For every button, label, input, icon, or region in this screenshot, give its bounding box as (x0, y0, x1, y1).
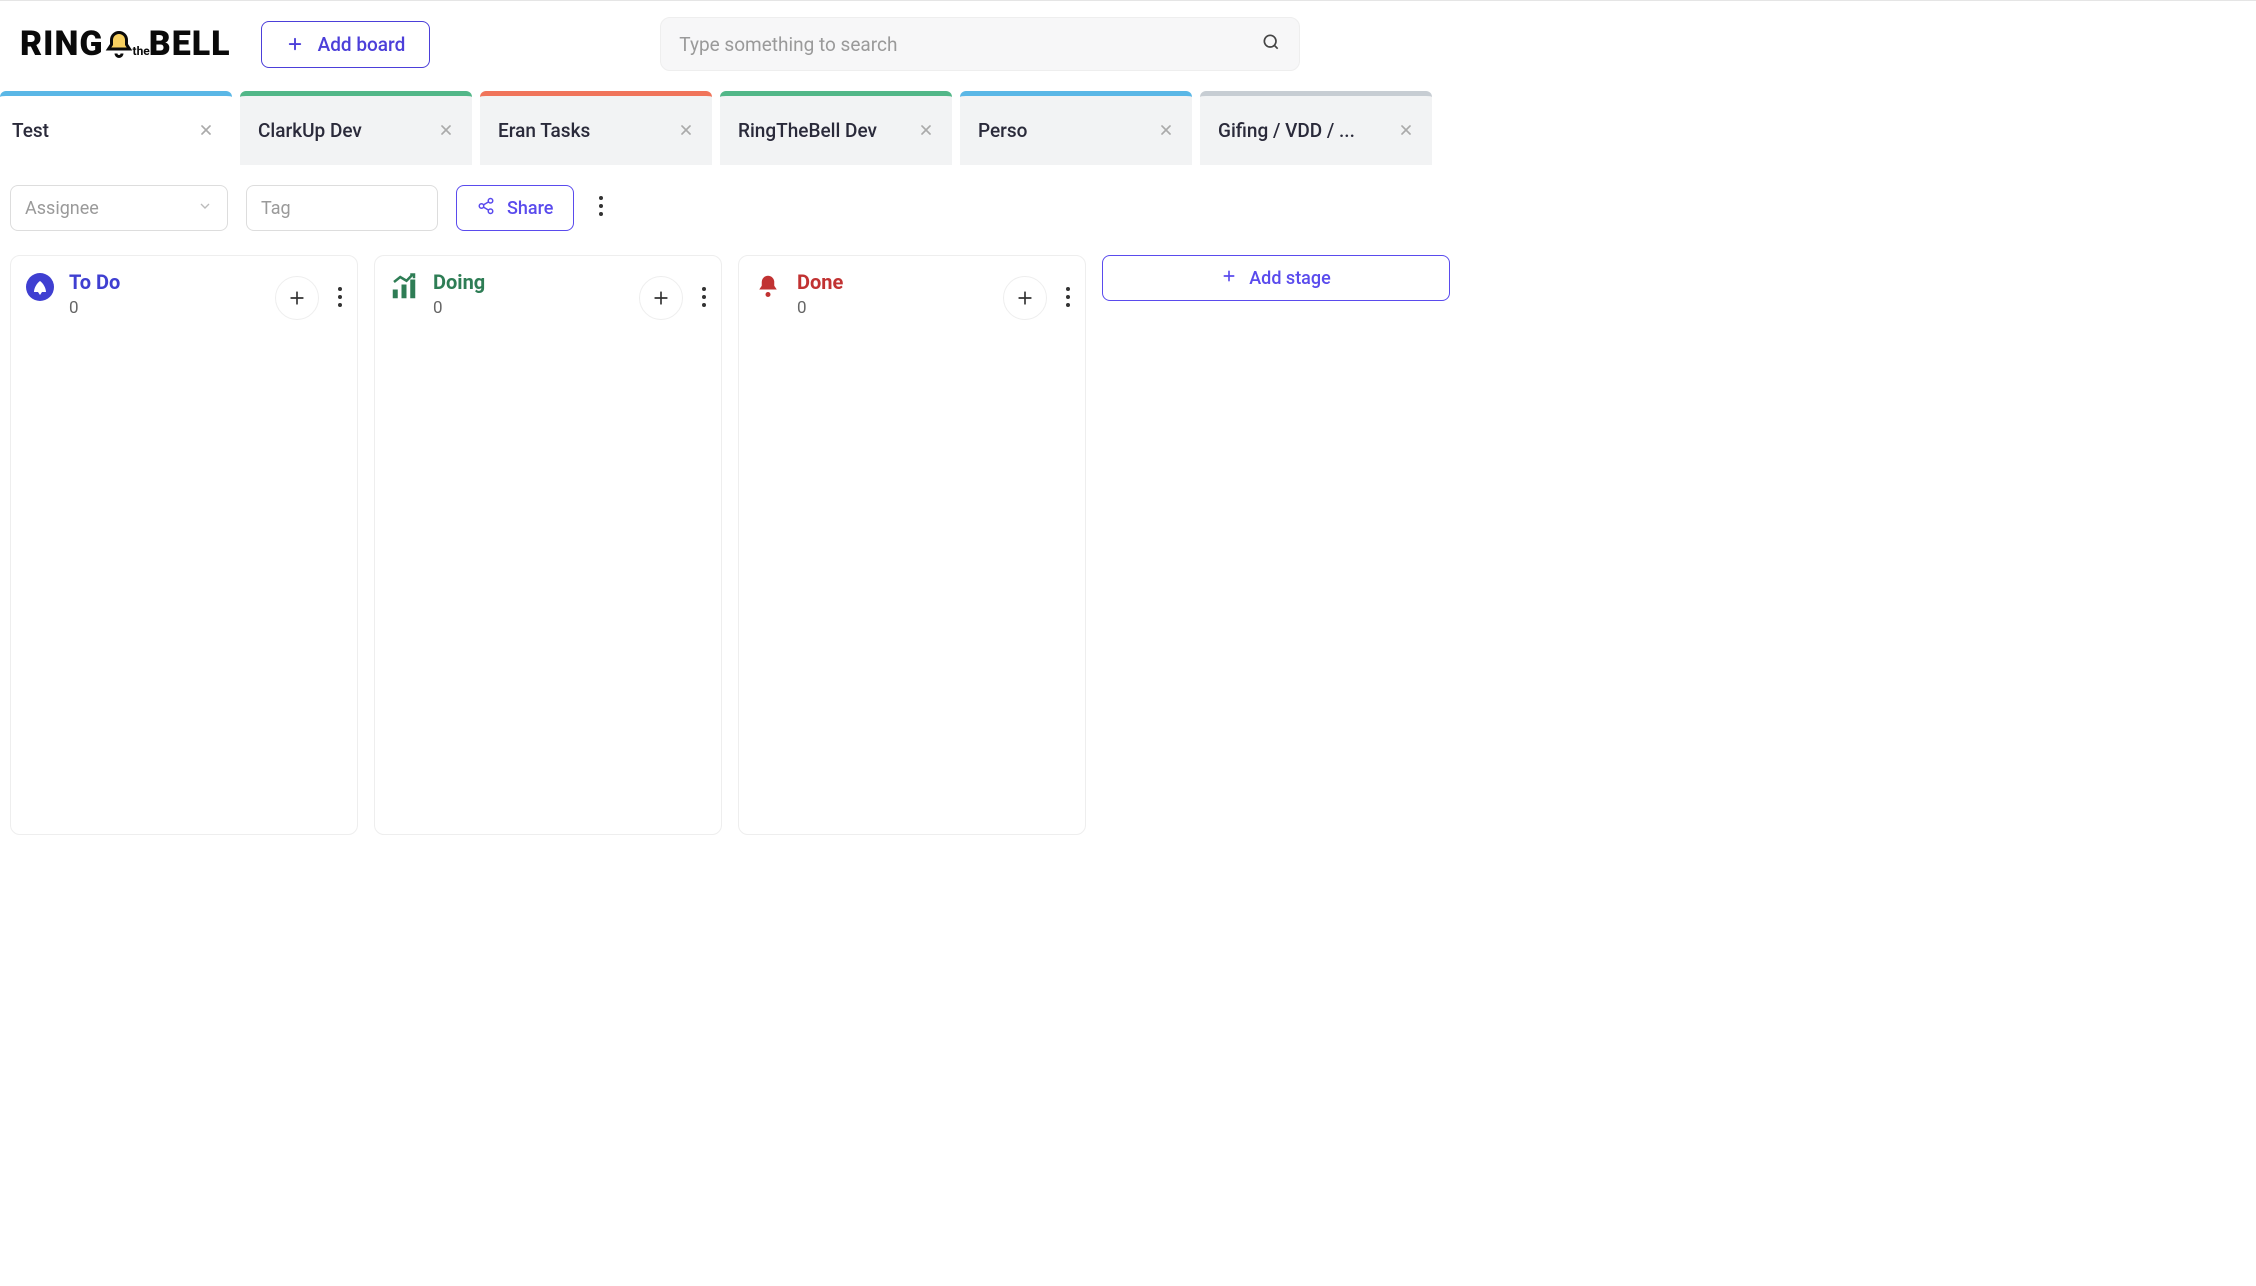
stage-count: 0 (69, 298, 261, 318)
share-label: Share (507, 198, 553, 219)
add-card-button[interactable] (275, 276, 319, 320)
close-icon[interactable] (678, 119, 694, 143)
board-tab[interactable]: Test (0, 91, 232, 165)
stage-title: To Do (69, 270, 261, 294)
plus-icon (286, 35, 304, 53)
search-icon[interactable] (1261, 32, 1281, 56)
stage-more-button[interactable] (1065, 286, 1071, 312)
add-board-button[interactable]: Add board (261, 21, 431, 68)
chevron-down-icon (197, 198, 213, 219)
rocket-icon (25, 272, 55, 302)
board-toolbar: Assignee Tag Share (0, 165, 2256, 243)
stage-column: Doing 0 (374, 255, 722, 835)
stage-title-block: To Do 0 (69, 270, 261, 318)
board-tabs: Test ClarkUp Dev Eran Tasks RingTheBell Dev… (0, 91, 2256, 165)
add-card-button[interactable] (639, 276, 683, 320)
tag-placeholder: Tag (261, 198, 291, 219)
tab-label: Test (12, 119, 49, 142)
add-stage-label: Add stage (1249, 268, 1331, 289)
tab-label: Gifing / VDD / ... (1218, 119, 1355, 142)
tab-label: Eran Tasks (498, 119, 590, 142)
board-tab[interactable]: ClarkUp Dev (240, 91, 472, 165)
tag-select[interactable]: Tag (246, 185, 438, 231)
stage-column: To Do 0 (10, 255, 358, 835)
close-icon[interactable] (1158, 119, 1174, 143)
logo-text-left: RING (20, 24, 104, 64)
board-tab[interactable]: Gifing / VDD / ... (1200, 91, 1432, 165)
logo: RING the BELL (20, 24, 231, 64)
stage-title-block: Done 0 (797, 270, 989, 318)
stage-column: Done 0 (738, 255, 1086, 835)
board-tab[interactable]: Perso (960, 91, 1192, 165)
close-icon[interactable] (198, 119, 214, 143)
board-more-button[interactable] (592, 189, 610, 227)
stage-header: Done 0 (739, 256, 1085, 330)
bell-icon (101, 28, 137, 64)
stage-more-button[interactable] (701, 286, 707, 312)
add-card-button[interactable] (1003, 276, 1047, 320)
stage-count: 0 (797, 298, 989, 318)
stage-title-block: Doing 0 (433, 270, 625, 318)
stage-header: To Do 0 (11, 256, 357, 330)
close-icon[interactable] (438, 119, 454, 143)
tab-label: ClarkUp Dev (258, 119, 362, 142)
add-stage-button[interactable]: Add stage (1102, 255, 1450, 301)
board-tab[interactable]: RingTheBell Dev (720, 91, 952, 165)
tab-label: RingTheBell Dev (738, 119, 877, 142)
chart-icon (389, 272, 419, 302)
stage-count: 0 (433, 298, 625, 318)
add-board-label: Add board (318, 33, 406, 56)
search-container (660, 17, 1300, 71)
share-icon (477, 197, 495, 220)
header: RING the BELL Add board (0, 1, 2256, 91)
stage-more-button[interactable] (337, 286, 343, 312)
assignee-placeholder: Assignee (25, 198, 99, 219)
stage-title: Done (797, 270, 989, 294)
bell-icon (753, 272, 783, 302)
stage-header: Doing 0 (375, 256, 721, 330)
board-columns: To Do 0 Doing 0 Done 0 Add stage (0, 243, 2256, 835)
search-input[interactable] (679, 33, 1261, 56)
close-icon[interactable] (918, 119, 934, 143)
logo-text-right: BELL (149, 24, 231, 64)
board-tab[interactable]: Eran Tasks (480, 91, 712, 165)
share-button[interactable]: Share (456, 185, 574, 231)
tab-label: Perso (978, 119, 1027, 142)
plus-icon (1221, 268, 1237, 289)
close-icon[interactable] (1398, 119, 1414, 143)
assignee-select[interactable]: Assignee (10, 185, 228, 231)
stage-title: Doing (433, 270, 625, 294)
logo-text-the: the (133, 44, 150, 58)
